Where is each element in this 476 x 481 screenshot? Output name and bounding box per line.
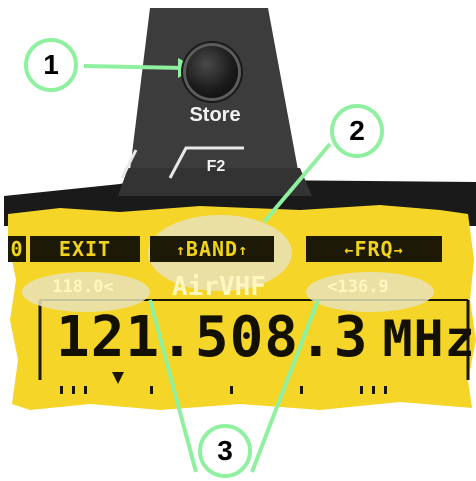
band-upper-limit: <136.9 bbox=[306, 274, 410, 300]
softkey-band[interactable]: ↑BAND↑ bbox=[150, 236, 274, 262]
band-upper-limit-value: 136.9 bbox=[337, 277, 389, 297]
band-name: AirVHF bbox=[172, 272, 266, 302]
band-upper-arrow: < bbox=[327, 277, 338, 297]
frequency-unit: MHz bbox=[382, 310, 476, 368]
callout-1: 1 bbox=[24, 38, 78, 92]
right-arrow-icon: → bbox=[393, 241, 404, 259]
band-lower-arrow: < bbox=[103, 277, 114, 297]
store-button[interactable] bbox=[186, 46, 238, 98]
f2-key-label: F2 bbox=[206, 158, 226, 175]
softkey-left-fragment-text: 0 bbox=[10, 237, 24, 261]
up-arrow-icon: ↑ bbox=[175, 241, 186, 259]
up-arrow-icon: ↑ bbox=[238, 241, 249, 259]
softkey-exit-label: EXIT bbox=[58, 237, 112, 261]
softkey-left-fragment: 0 bbox=[8, 236, 26, 262]
band-lower-limit-value: 118.0 bbox=[52, 277, 104, 297]
softkey-frq[interactable]: ←FRQ→ bbox=[306, 236, 442, 262]
device-photo: Store F2 0 EXIT ↑BAND↑ ←FRQ→ 118.0< AirV… bbox=[0, 0, 476, 481]
frequency-readout: 121.508.3 MHz bbox=[56, 305, 475, 370]
softkey-exit[interactable]: EXIT bbox=[30, 236, 140, 262]
left-arrow-icon: ← bbox=[344, 241, 355, 259]
callout-2: 2 bbox=[330, 104, 384, 158]
frequency-value: 121.508.3 bbox=[56, 305, 369, 370]
store-button-label: Store bbox=[189, 104, 241, 126]
softkey-band-label: BAND bbox=[185, 237, 239, 261]
callout-3: 3 bbox=[198, 424, 252, 478]
band-lower-limit: 118.0< bbox=[34, 274, 132, 300]
softkey-frq-label: FRQ bbox=[354, 237, 394, 261]
